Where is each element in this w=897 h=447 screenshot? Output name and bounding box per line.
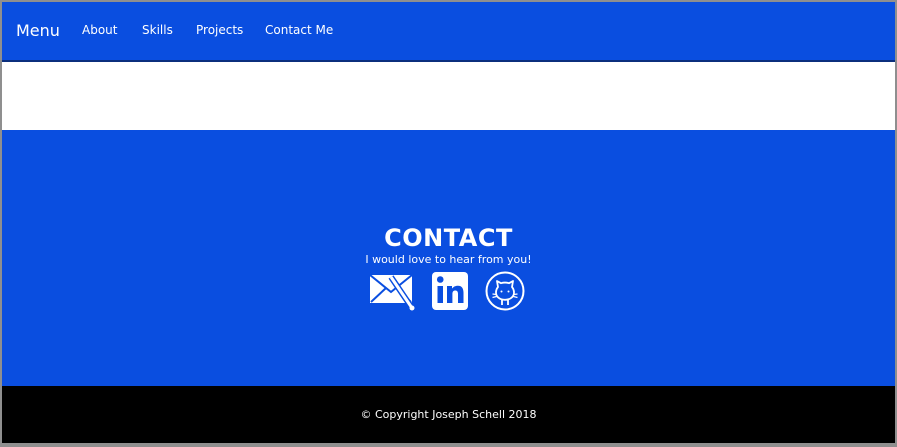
menu-brand[interactable]: Menu (16, 21, 60, 41)
nav-projects[interactable]: Projects (196, 22, 243, 38)
top-navbar: Menu About Skills Projects Contact Me (2, 2, 895, 62)
email-link[interactable] (367, 270, 417, 312)
nav-skills[interactable]: Skills (142, 22, 173, 38)
github-icon (484, 270, 526, 312)
nav-about[interactable]: About (82, 22, 117, 38)
contact-subtitle: I would love to hear from you! (365, 253, 532, 266)
envelope-icon (367, 270, 417, 312)
contact-section: CONTACT I would love to hear from you! (2, 130, 895, 386)
social-icons (367, 270, 527, 312)
page-footer: © Copyright Joseph Schell 2018 (2, 386, 895, 443)
nav-contact-me[interactable]: Contact Me (265, 22, 333, 38)
page-frame: Menu About Skills Projects Contact Me CO… (2, 2, 895, 443)
copyright-text: © Copyright Joseph Schell 2018 (360, 408, 537, 421)
linkedin-link[interactable] (431, 270, 471, 312)
contact-title: CONTACT (384, 224, 513, 253)
white-banner-strip (2, 62, 895, 130)
github-link[interactable] (484, 270, 526, 312)
linkedin-icon (431, 270, 471, 312)
